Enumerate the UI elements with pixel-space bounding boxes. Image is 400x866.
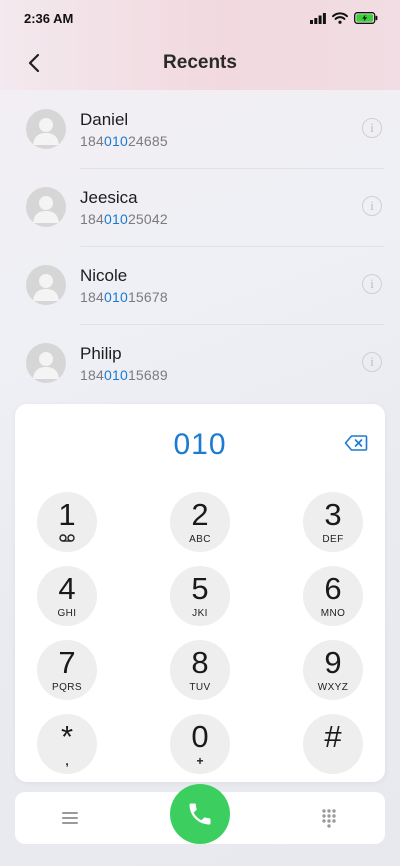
call-button[interactable] xyxy=(170,784,230,844)
info-icon[interactable]: i xyxy=(362,196,382,216)
contact-name: Jeesica xyxy=(80,187,138,207)
recents-list: Daniel 18401024685 i Jeesica 18401025042… xyxy=(0,90,400,402)
phone-icon xyxy=(189,803,211,825)
contact-row[interactable]: Philip 18401015689 i xyxy=(0,324,400,402)
page-title: Recents xyxy=(163,52,237,73)
menu-icon[interactable] xyxy=(61,808,79,828)
person-icon xyxy=(33,118,59,145)
wifi-icon xyxy=(332,12,348,24)
battery-icon xyxy=(354,12,378,24)
info-icon[interactable]: i xyxy=(362,352,382,372)
contact-name: Philip xyxy=(80,343,122,363)
info-icon[interactable]: i xyxy=(362,274,382,294)
back-button[interactable] xyxy=(18,47,50,79)
dialed-number: 010 xyxy=(173,428,227,461)
status-time: 2:36 AM xyxy=(24,10,74,26)
key-8[interactable]: 8 TUV xyxy=(170,640,230,700)
contact-row[interactable]: Nicole 18401015678 i xyxy=(0,246,400,324)
keypad-grid-icon[interactable] xyxy=(321,808,337,828)
person-icon xyxy=(33,352,59,379)
key-3[interactable]: 3 DEF xyxy=(303,492,363,552)
contact-number: 18401025042 xyxy=(80,210,168,227)
key-1[interactable]: 1 xyxy=(37,492,97,552)
key-7[interactable]: 7 PQRS xyxy=(37,640,97,700)
app-header: Recents xyxy=(0,36,400,90)
avatar xyxy=(26,109,66,149)
key-5[interactable]: 5 JKI xyxy=(170,566,230,626)
contact-row[interactable]: Jeesica 18401025042 i xyxy=(0,168,400,246)
contact-row[interactable]: Daniel 18401024685 i xyxy=(0,90,400,168)
contact-number: 18401015678 xyxy=(80,288,168,305)
voicemail-icon xyxy=(59,534,75,542)
key-2[interactable]: 2 ABC xyxy=(170,492,230,552)
backspace-icon[interactable] xyxy=(344,434,368,452)
contact-name: Daniel xyxy=(80,109,129,129)
avatar xyxy=(26,343,66,383)
person-icon xyxy=(33,196,59,223)
key-4[interactable]: 4 GHI xyxy=(37,566,97,626)
info-icon[interactable]: i xyxy=(362,118,382,138)
key-9[interactable]: 9 WXYZ xyxy=(303,640,363,700)
bottom-bar xyxy=(15,784,385,844)
key-star[interactable]: * , xyxy=(37,714,97,774)
contact-name: Nicole xyxy=(80,265,128,285)
back-arrow-icon xyxy=(28,53,40,73)
contact-number: 18401015689 xyxy=(80,366,168,383)
person-icon xyxy=(33,274,59,301)
status-bar: 2:36 AM xyxy=(0,0,400,36)
avatar xyxy=(26,187,66,227)
dialpad: 010 1 2 ABC 3 DEF 4 GHI 5 JKI 6 MNO 7 PQ… xyxy=(15,404,385,782)
avatar xyxy=(26,265,66,305)
key-hash[interactable]: # xyxy=(303,714,363,774)
status-icons xyxy=(310,12,378,24)
key-0[interactable]: 0 + xyxy=(170,714,230,774)
contact-number: 18401024685 xyxy=(80,132,168,149)
signal-icon xyxy=(310,12,326,24)
key-6[interactable]: 6 MNO xyxy=(303,566,363,626)
